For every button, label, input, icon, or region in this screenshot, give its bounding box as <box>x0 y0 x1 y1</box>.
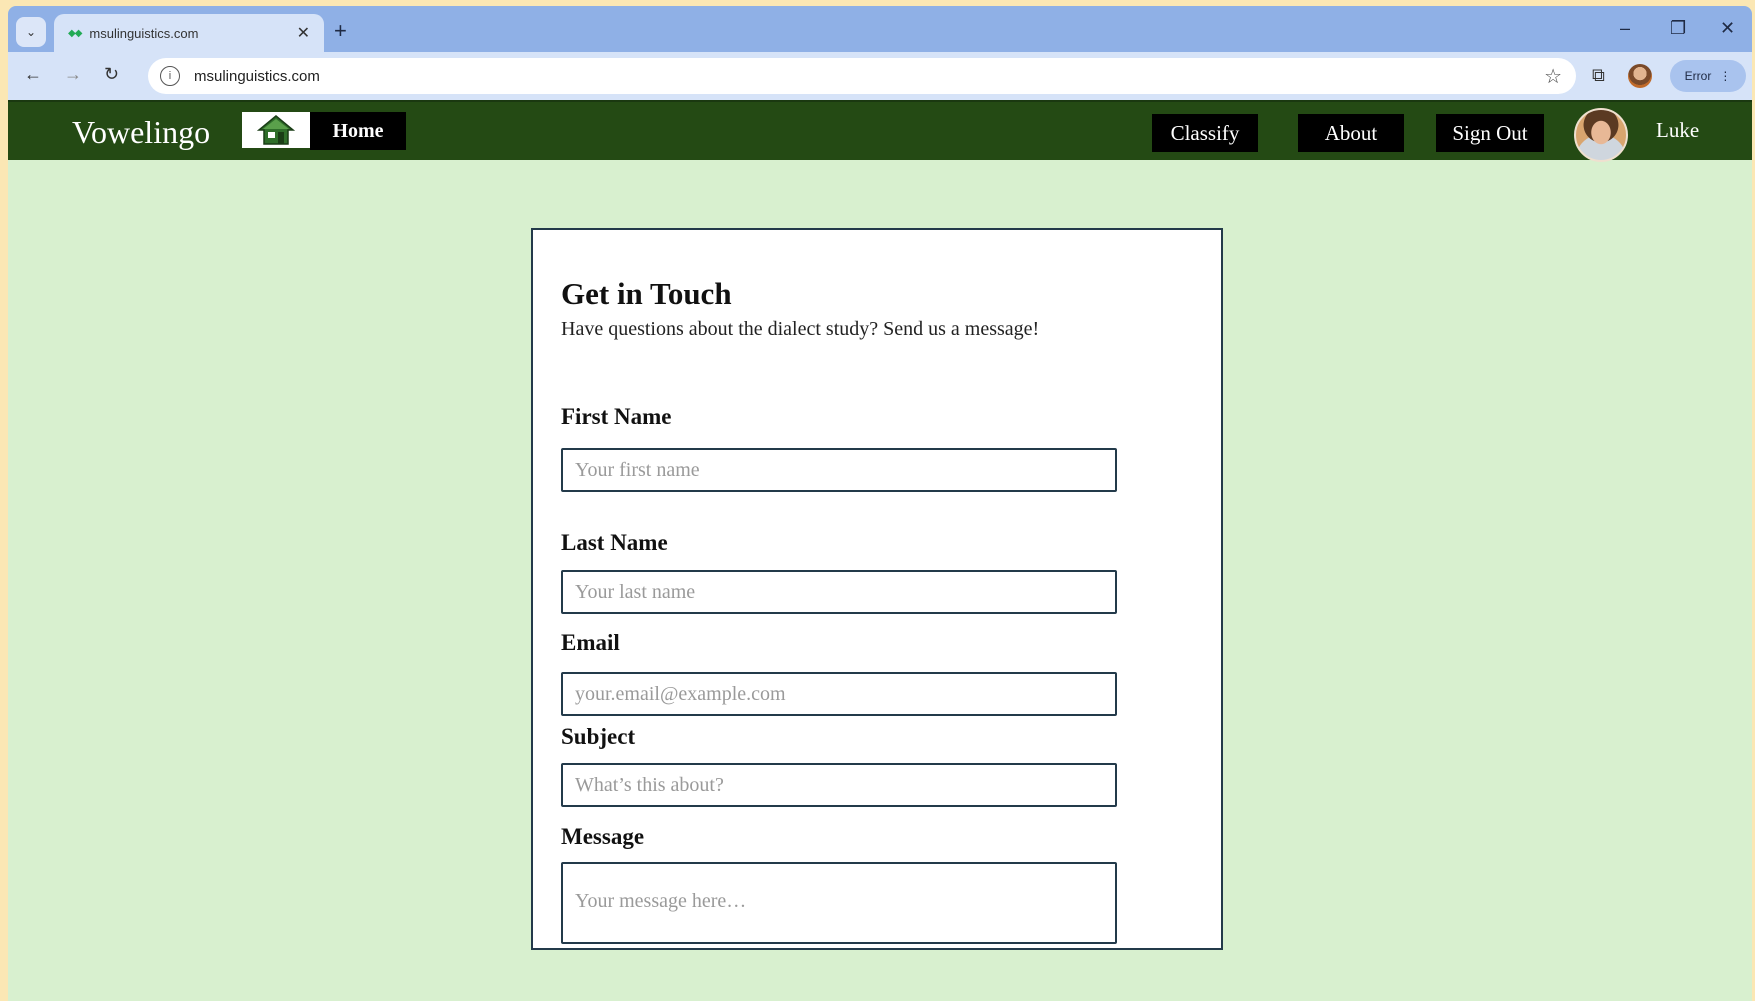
first-name-label: First Name <box>561 404 672 429</box>
browser-tab[interactable]: ◆◆ msulinguistics.com ✕ <box>54 14 324 52</box>
site-info-icon[interactable]: i <box>160 66 180 86</box>
subject-label: Subject <box>561 724 636 749</box>
close-window-icon[interactable]: ✕ <box>1720 18 1735 39</box>
menu-kebab-icon: ⋮ <box>1719 69 1732 83</box>
restore-icon[interactable]: ❐ <box>1670 18 1686 39</box>
error-button[interactable]: Error ⋮ <box>1670 60 1746 92</box>
last-name-label: Last Name <box>561 530 668 555</box>
form-title: Get in Touch <box>561 276 732 311</box>
home-button[interactable]: Home <box>310 112 406 150</box>
forward-icon[interactable]: → <box>64 64 82 85</box>
message-label: Message <box>561 824 645 849</box>
browser-toolbar: ← → ↻ i msulinguistics.com ☆ ⧉ Error ⋮ <box>8 52 1752 100</box>
bookmark-star-icon[interactable]: ☆ <box>1544 64 1562 89</box>
browser-window: ⌄ ◆◆ msulinguistics.com ✕ + – ❐ ✕ ← → ↻ … <box>8 6 1752 1001</box>
error-label: Error <box>1684 69 1712 83</box>
tab-strip: ⌄ ◆◆ msulinguistics.com ✕ + – ❐ ✕ <box>8 6 1752 52</box>
email-input[interactable] <box>561 672 1117 716</box>
reload-icon[interactable]: ↻ <box>104 64 119 85</box>
user-name[interactable]: Luke <box>1656 118 1699 143</box>
tab-search-icon[interactable]: ⌄ <box>16 17 46 47</box>
tab-close-icon[interactable]: ✕ <box>297 23 310 43</box>
extensions-icon[interactable]: ⧉ <box>1592 65 1605 86</box>
back-icon[interactable]: ← <box>24 64 42 85</box>
sign-out-button[interactable]: Sign Out <box>1436 114 1544 152</box>
about-button[interactable]: About <box>1298 114 1404 152</box>
address-bar[interactable]: i msulinguistics.com ☆ <box>148 58 1576 94</box>
contact-form-card: Get in Touch Have questions about the di… <box>531 228 1223 950</box>
tab-title: msulinguistics.com <box>89 25 199 41</box>
classify-button[interactable]: Classify <box>1152 114 1258 152</box>
message-textarea[interactable] <box>561 862 1117 944</box>
minimize-icon[interactable]: – <box>1620 18 1630 39</box>
site-favicon-icon: ◆◆ <box>68 27 82 39</box>
browser-profile-avatar[interactable] <box>1628 64 1652 88</box>
last-name-input[interactable] <box>561 570 1117 614</box>
email-label: Email <box>561 630 620 655</box>
form-subtitle: Have questions about the dialect study? … <box>561 318 1040 340</box>
subject-input[interactable] <box>561 763 1117 807</box>
home-icon[interactable] <box>242 112 310 148</box>
new-tab-icon[interactable]: + <box>334 18 347 44</box>
user-avatar[interactable] <box>1574 108 1628 162</box>
brand-logo[interactable]: Vowelingo <box>72 114 210 151</box>
first-name-input[interactable] <box>561 448 1117 492</box>
app-navbar: Vowelingo Home Classify About Sign Out L… <box>8 100 1752 162</box>
url-text: msulinguistics.com <box>194 67 320 85</box>
